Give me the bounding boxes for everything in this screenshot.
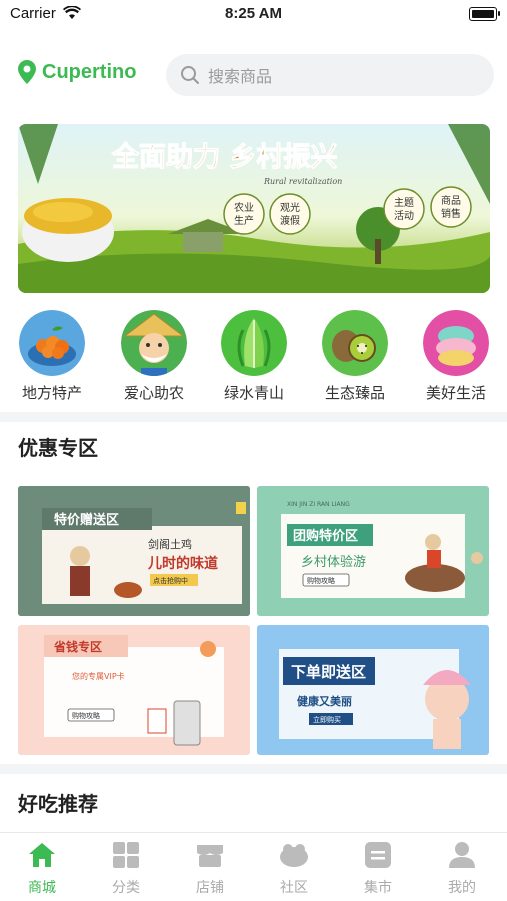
promo-button: 购物攻略 (72, 711, 100, 720)
search-input[interactable]: 搜索商品 (166, 54, 494, 96)
tab-label: 社区 (280, 880, 308, 896)
category-local-specialty[interactable]: 地方特产 (4, 310, 100, 403)
banner-tag-1: 农业 生产 (223, 193, 265, 235)
tab-mine[interactable]: 我的 (420, 841, 504, 897)
tab-label: 店铺 (196, 880, 224, 896)
promo-button: 立即购买 (313, 715, 341, 724)
category-label: 绿水青山 (223, 384, 284, 402)
orange-fruit-icon (19, 310, 85, 376)
promo-card-save-money[interactable]: 省钱专区 您的专属VIP卡 购物攻略 (18, 625, 250, 755)
svg-text:渡假: 渡假 (280, 214, 300, 227)
promo-title: 省钱专区 (53, 639, 102, 654)
svg-text:观光: 观光 (280, 201, 300, 214)
category-row: 地方特产 爱心助农 绿水青山 生态臻品 美好生活 (0, 310, 507, 405)
category-label: 地方特产 (21, 384, 82, 402)
category-label: 生态臻品 (324, 384, 385, 402)
category-green-mountains[interactable]: 绿水青山 (206, 310, 302, 403)
promo-title: 下单即送区 (291, 663, 366, 681)
tab-label: 我的 (448, 880, 476, 896)
promo-line2: 儿时的味道 (147, 555, 218, 572)
promo-badge: 点击抢购中 (153, 576, 188, 585)
green-vegetable-icon (221, 310, 287, 376)
bottom-tab-bar: 商城 分类 店铺 社区 集市 我的 (0, 832, 507, 901)
promo-title: 特价赠送区 (54, 512, 119, 528)
promo-line1: 剑阁土鸡 (148, 537, 192, 551)
tab-label: 分类 (112, 880, 140, 896)
location-label: Cupertino (42, 60, 137, 83)
tab-label: 集市 (364, 880, 392, 896)
promo-line1: 乡村体验游 (301, 554, 366, 570)
svg-text:生产: 生产 (234, 214, 254, 227)
category-label: 美好生活 (425, 384, 486, 402)
home-icon (29, 843, 55, 867)
macaron-icon (423, 310, 489, 376)
banner-tag-2: 观光 渡假 (269, 193, 311, 235)
banner-tag-3: 主题 活动 (383, 188, 425, 230)
promo-line1: 健康又美丽 (297, 694, 352, 708)
market-icon (365, 842, 391, 868)
kiwi-icon (322, 310, 388, 376)
category-eco-products[interactable]: 生态臻品 (307, 310, 403, 403)
svg-text:农业: 农业 (234, 201, 254, 214)
search-placeholder: 搜索商品 (208, 67, 273, 86)
status-bar: Carrier 8:25 AM (0, 0, 507, 28)
location-selector[interactable]: Cupertino (18, 60, 136, 84)
community-icon (280, 844, 308, 867)
promo-line1: 您的专属VIP卡 (72, 671, 125, 681)
banner-title: 全面助力 乡村振兴 (111, 141, 337, 173)
user-icon (449, 842, 475, 868)
clock: 8:25 AM (225, 5, 282, 22)
top-header: Cupertino 搜索商品 (0, 52, 507, 98)
svg-text:销售: 销售 (441, 207, 461, 220)
promo-card-free-gift[interactable]: 下单即送区 健康又美丽 立即购买 (257, 625, 489, 755)
location-pin-icon (18, 60, 36, 84)
banner-tag-4: 商品 销售 (430, 186, 472, 228)
section-divider (0, 764, 507, 774)
banner-subtitle: Rural revitalization (263, 177, 342, 186)
farmer-icon (121, 310, 187, 376)
category-label: 爱心助农 (123, 384, 184, 402)
promo-banner[interactable]: 全面助力 乡村振兴 Rural revitalization 农业 生产 观光 … (18, 124, 490, 293)
svg-text:商品: 商品 (441, 194, 461, 207)
banner-artwork: 全面助力 乡村振兴 Rural revitalization 农业 生产 观光 … (18, 124, 490, 293)
promo-title: 团购特价区 (293, 528, 358, 544)
recommend-section-title: 好吃推荐 (18, 792, 98, 816)
section-divider (0, 412, 507, 422)
tab-community[interactable]: 社区 (252, 841, 336, 897)
category-better-life[interactable]: 美好生活 (408, 310, 504, 403)
tab-category[interactable]: 分类 (84, 841, 168, 897)
grid-icon (113, 842, 139, 868)
store-icon (197, 845, 223, 867)
battery-icon (469, 7, 500, 21)
promo-top: XIN JIN ZI RAN LIANG (287, 501, 350, 508)
tab-label: 商城 (28, 880, 56, 896)
tab-mall[interactable]: 商城 (0, 841, 84, 897)
discount-section-title: 优惠专区 (18, 436, 98, 460)
tab-store[interactable]: 店铺 (168, 841, 252, 897)
tab-market[interactable]: 集市 (336, 841, 420, 897)
svg-text:活动: 活动 (394, 210, 414, 222)
promo-card-special-gift[interactable]: 特价赠送区 剑阁土鸡 儿时的味道 点击抢购中 (18, 486, 250, 616)
promo-button: 购物攻略 (307, 576, 335, 585)
search-icon (181, 66, 199, 84)
svg-text:主题: 主题 (394, 197, 414, 209)
promo-card-group-buy[interactable]: XIN JIN ZI RAN LIANG 团购特价区 乡村体验游 购物攻略 (257, 486, 489, 616)
category-help-farmers[interactable]: 爱心助农 (106, 310, 202, 403)
